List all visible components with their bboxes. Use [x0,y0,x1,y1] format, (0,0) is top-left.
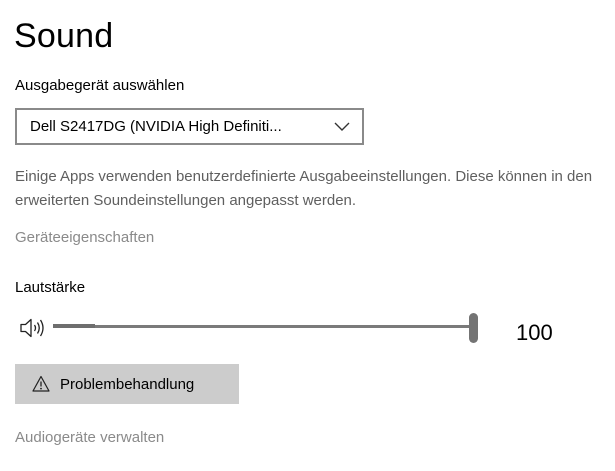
manage-audio-devices-link[interactable]: Audiogeräte verwalten [15,428,164,448]
page-title: Sound [14,17,114,55]
output-device-selected-value: Dell S2417DG (NVIDIA High Definiti... [30,118,282,135]
troubleshoot-button-label: Problembehandlung [60,375,195,393]
volume-slider-track [53,325,473,328]
chevron-down-icon [322,110,362,143]
volume-label: Lautstärke [15,279,86,296]
volume-slider-thumb[interactable] [469,313,478,343]
volume-value: 100 [516,320,553,345]
troubleshoot-button[interactable]: Problembehandlung [15,364,239,404]
speaker-icon[interactable] [19,316,49,340]
output-device-dropdown[interactable]: Dell S2417DG (NVIDIA High Definiti... [15,108,364,145]
output-device-label: Ausgabegerät auswählen [15,77,185,94]
device-properties-link[interactable]: Geräteeigenschaften [15,228,154,248]
volume-slider-fill [53,324,95,328]
output-description: Einige Apps verwenden benutzerdefinierte… [15,168,593,209]
sound-settings-page: Sound Ausgabegerät auswählen Dell S2417D… [0,0,615,471]
volume-slider[interactable] [53,312,481,344]
warning-icon [32,375,50,393]
